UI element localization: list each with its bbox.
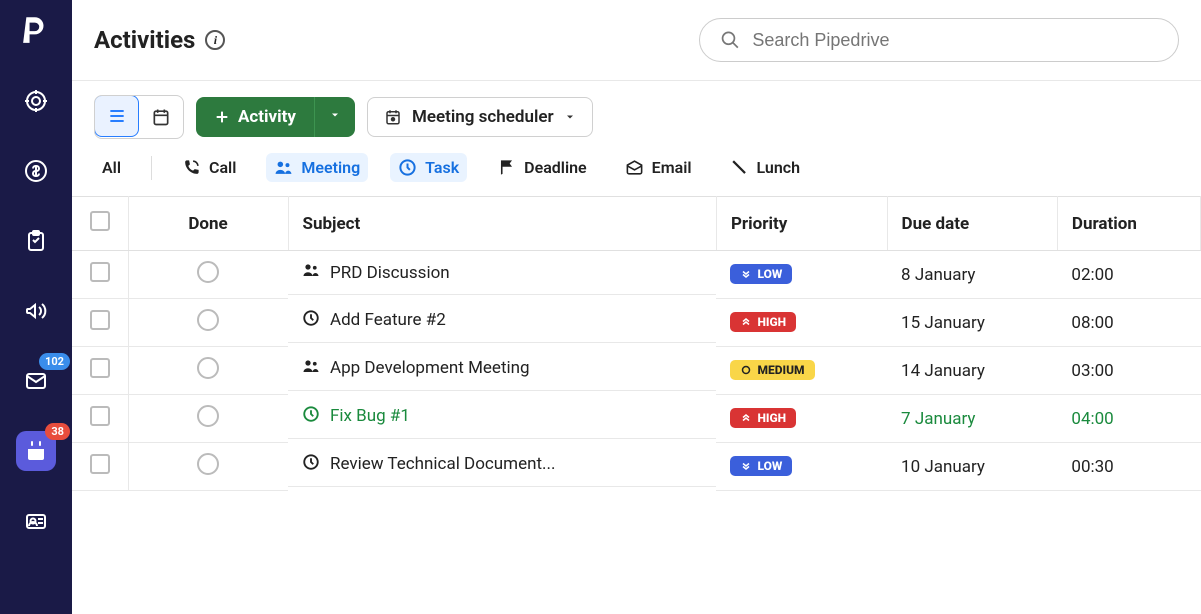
nav-projects[interactable] <box>16 221 56 261</box>
info-icon[interactable]: i <box>205 30 225 50</box>
filter-meeting[interactable]: Meeting <box>266 153 368 182</box>
duration-cell: 02:00 <box>1057 251 1200 299</box>
priority-cell: HIGH <box>716 299 887 347</box>
col-priority[interactable]: Priority <box>716 197 887 251</box>
done-toggle[interactable] <box>197 453 219 475</box>
filter-divider <box>151 156 152 180</box>
people-icon <box>302 261 320 284</box>
col-done[interactable]: Done <box>128 197 288 251</box>
logo <box>23 14 49 51</box>
done-toggle[interactable] <box>197 405 219 427</box>
search-box[interactable] <box>699 18 1179 62</box>
row-checkbox[interactable] <box>90 310 110 330</box>
subject-cell[interactable]: Add Feature #2 <box>288 299 716 343</box>
nav-contacts[interactable] <box>16 501 56 541</box>
table-row[interactable]: PRD Discussion LOW 8 January02:00 <box>72 251 1201 299</box>
table-row[interactable]: Fix Bug #1 HIGH 7 January04:00 <box>72 395 1201 443</box>
priority-badge: MEDIUM <box>730 360 814 380</box>
row-checkbox[interactable] <box>90 262 110 282</box>
priority-cell: LOW <box>716 443 887 491</box>
duration-cell: 03:00 <box>1057 347 1200 395</box>
nav-leads[interactable] <box>16 81 56 121</box>
filter-lunch[interactable]: Lunch <box>722 153 809 182</box>
priority-badge: HIGH <box>730 312 796 332</box>
filter-deadline[interactable]: Deadline <box>489 153 595 182</box>
done-toggle[interactable] <box>197 309 219 331</box>
subject-cell[interactable]: Review Technical Document... <box>288 443 716 487</box>
scheduler-label: Meeting scheduler <box>412 107 554 127</box>
subject-text: App Development Meeting <box>330 358 530 378</box>
people-icon <box>302 357 320 380</box>
nav-campaigns[interactable] <box>16 291 56 331</box>
main-content: Activities i Activity <box>72 0 1201 614</box>
subject-text: Fix Bug #1 <box>330 406 410 426</box>
subject-text: Add Feature #2 <box>330 310 446 330</box>
toolbar: Activity Meeting scheduler <box>72 81 1201 153</box>
subject-text: Review Technical Document... <box>330 454 555 474</box>
subject-cell[interactable]: App Development Meeting <box>288 347 716 391</box>
due-date-cell: 14 January <box>887 347 1057 395</box>
priority-badge: LOW <box>730 456 792 476</box>
filter-task[interactable]: Task <box>390 153 467 182</box>
done-toggle[interactable] <box>197 261 219 283</box>
due-date-cell: 7 January <box>887 395 1057 443</box>
col-due-date[interactable]: Due date <box>887 197 1057 251</box>
col-subject[interactable]: Subject <box>288 197 716 251</box>
page-title-text: Activities <box>94 26 195 54</box>
view-toggle <box>94 95 184 139</box>
table-row[interactable]: Review Technical Document... LOW 10 Januar… <box>72 443 1201 491</box>
activities-badge: 38 <box>45 423 70 440</box>
priority-cell: MEDIUM <box>716 347 887 395</box>
subject-cell[interactable]: PRD Discussion <box>288 251 716 295</box>
search-input[interactable] <box>752 30 1158 51</box>
add-activity-button-group: Activity <box>196 97 355 137</box>
clock-icon <box>302 453 320 476</box>
left-sidebar: 102 38 <box>0 0 72 614</box>
col-duration[interactable]: Duration <box>1057 197 1200 251</box>
done-toggle[interactable] <box>197 357 219 379</box>
select-all-checkbox[interactable] <box>90 211 110 231</box>
clock-icon <box>302 405 320 428</box>
activities-table: Done Subject Priority Due date Duration … <box>72 196 1201 491</box>
table-row[interactable]: Add Feature #2 HIGH 15 January08:00 <box>72 299 1201 347</box>
filter-email[interactable]: Email <box>617 153 700 182</box>
nav-deals[interactable] <box>16 151 56 191</box>
row-checkbox[interactable] <box>90 358 110 378</box>
priority-badge: LOW <box>730 264 792 284</box>
row-checkbox[interactable] <box>90 454 110 474</box>
filter-call[interactable]: Call <box>174 153 244 182</box>
priority-cell: LOW <box>716 251 887 299</box>
add-activity-label: Activity <box>238 107 296 127</box>
duration-cell: 08:00 <box>1057 299 1200 347</box>
nav-activities[interactable]: 38 <box>16 431 56 471</box>
meeting-scheduler-button[interactable]: Meeting scheduler <box>367 97 593 137</box>
subject-cell[interactable]: Fix Bug #1 <box>288 395 716 439</box>
due-date-cell: 10 January <box>887 443 1057 491</box>
add-activity-dropdown[interactable] <box>314 97 355 137</box>
mail-badge: 102 <box>39 353 70 370</box>
filter-all[interactable]: All <box>94 153 129 182</box>
priority-cell: HIGH <box>716 395 887 443</box>
calendar-view-button[interactable] <box>138 96 183 138</box>
subject-text: PRD Discussion <box>330 263 450 283</box>
search-icon <box>720 29 740 51</box>
duration-cell: 00:30 <box>1057 443 1200 491</box>
header: Activities i <box>72 0 1201 81</box>
due-date-cell: 15 January <box>887 299 1057 347</box>
col-checkbox <box>72 197 128 251</box>
table-row[interactable]: App Development Meeting MEDIUM 14 January0… <box>72 347 1201 395</box>
row-checkbox[interactable] <box>90 406 110 426</box>
due-date-cell: 8 January <box>887 251 1057 299</box>
filter-bar: All Call Meeting Task Deadline Email <box>72 153 1201 196</box>
nav-mail[interactable]: 102 <box>16 361 56 401</box>
clock-icon <box>302 309 320 332</box>
priority-badge: HIGH <box>730 408 796 428</box>
chevron-down-icon <box>564 111 576 123</box>
list-view-button[interactable] <box>94 95 139 137</box>
duration-cell: 04:00 <box>1057 395 1200 443</box>
page-title: Activities i <box>94 26 225 54</box>
add-activity-button[interactable]: Activity <box>196 97 314 137</box>
